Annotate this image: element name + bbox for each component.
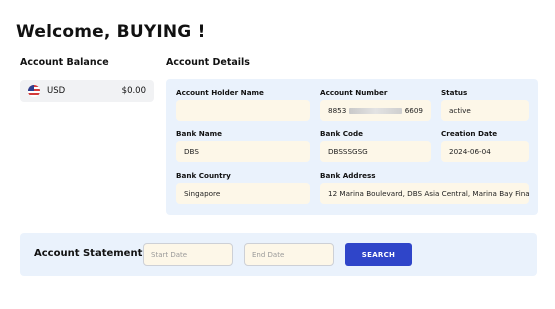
bank-country-value: Singapore — [176, 183, 310, 204]
bank-code-value: DBSSSGSG — [320, 141, 431, 162]
bank-name-value: DBS — [176, 141, 310, 162]
account-number-suffix: 6609 — [404, 106, 423, 115]
account-number-prefix: 8853 — [328, 106, 347, 115]
bank-address-field: Bank Address 12 Marina Boulevard, DBS As… — [320, 171, 529, 204]
account-details-title: Account Details — [166, 57, 250, 68]
bank-address-label: Bank Address — [320, 171, 376, 180]
bank-country-label: Bank Country — [176, 171, 231, 180]
bank-code-field: Bank Code DBSSSGSG — [320, 129, 431, 162]
bank-name-field: Bank Name DBS — [176, 129, 310, 162]
creation-date-label: Creation Date — [441, 129, 498, 138]
bank-code-label: Bank Code — [320, 129, 363, 138]
masked-digits — [349, 107, 402, 114]
status-value: active — [441, 100, 529, 121]
account-statement-panel: Account Statement SEARCH — [20, 233, 537, 276]
account-number-label: Account Number — [320, 88, 388, 97]
holder-name-label: Account Holder Name — [176, 88, 264, 97]
bank-address-value: 12 Marina Boulevard, DBS Asia Central, M… — [320, 183, 529, 204]
bank-country-field: Bank Country Singapore — [176, 171, 310, 204]
holder-name-field: Account Holder Name — [176, 88, 310, 121]
end-date-input[interactable] — [244, 243, 334, 266]
account-details-panel: Account Holder Name Account Number 8853 … — [166, 79, 538, 215]
us-flag-icon — [28, 85, 40, 97]
search-button[interactable]: SEARCH — [345, 243, 412, 266]
creation-date-value: 2024-06-04 — [441, 141, 529, 162]
holder-name-value — [176, 100, 310, 121]
balance-row-usd: USD $0.00 — [20, 80, 154, 102]
balance-currency: USD — [47, 86, 66, 96]
status-label: Status — [441, 88, 468, 97]
creation-date-field: Creation Date 2024-06-04 — [441, 129, 529, 162]
account-statement-title: Account Statement — [34, 248, 143, 259]
balance-amount: $0.00 — [121, 86, 146, 96]
start-date-input[interactable] — [143, 243, 233, 266]
account-number-field: Account Number 8853 6609 — [320, 88, 431, 121]
welcome-heading: Welcome, BUYING ! — [16, 22, 206, 42]
bank-name-label: Bank Name — [176, 129, 222, 138]
status-field: Status active — [441, 88, 529, 121]
account-number-value: 8853 6609 — [320, 100, 431, 121]
account-balance-title: Account Balance — [20, 57, 109, 68]
